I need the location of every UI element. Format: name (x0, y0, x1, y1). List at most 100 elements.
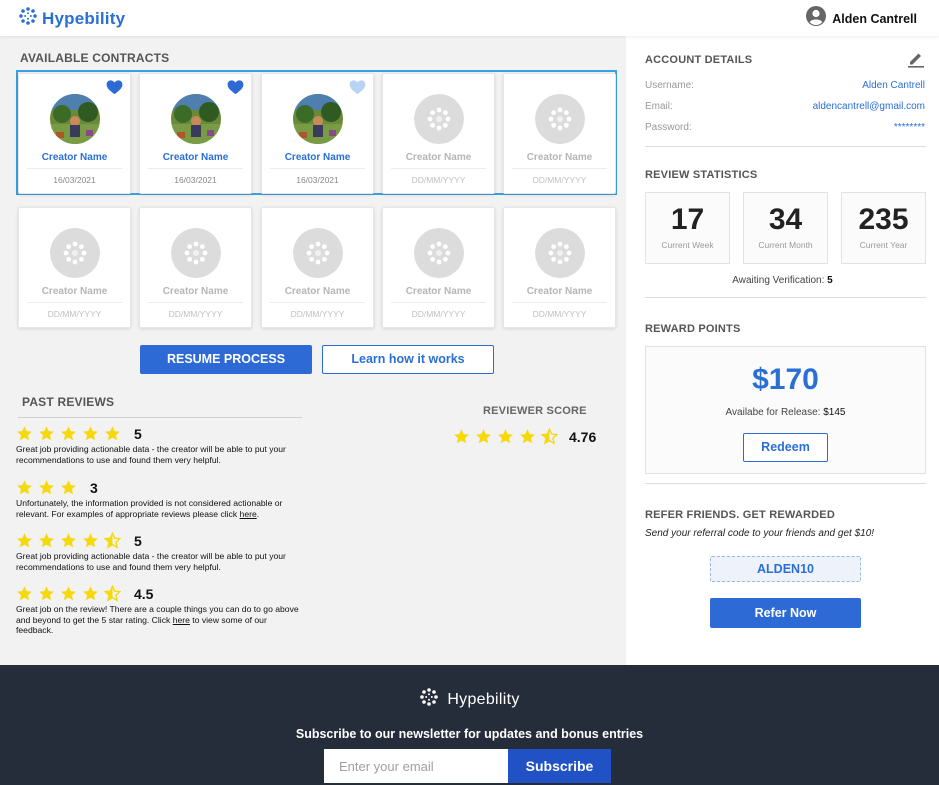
past-review-item: 4.5 Great job on the review! There are a… (16, 584, 306, 636)
review-stars: 3 (16, 479, 306, 496)
past-review-item: 3 Unfortunately, the information provide… (16, 479, 306, 519)
creator-name: Creator Name (284, 286, 351, 297)
contract-card[interactable]: Creator Name DD/MM/YYYY (18, 207, 131, 328)
newsletter-text: Subscribe to our newsletter for updates … (295, 727, 644, 741)
resume-process-button[interactable]: RESUME PROCESS (140, 345, 312, 374)
star-icon (16, 479, 33, 496)
review-rating: 5 (134, 425, 142, 442)
redeem-button[interactable]: Redeem (743, 433, 828, 462)
card-divider (27, 302, 122, 303)
learn-how-button[interactable]: Learn how it works (322, 345, 494, 374)
contract-date: 16/03/2021 (53, 175, 96, 185)
favorite-heart-icon[interactable] (349, 80, 366, 100)
creator-name: Creator Name (162, 286, 229, 297)
contract-card[interactable]: Creator Name DD/MM/YYYY (139, 207, 252, 328)
review-rating: 4.5 (134, 585, 154, 602)
contract-card[interactable]: Creator Name DD/MM/YYYY (382, 73, 495, 194)
past-review-item: 5 Great job providing actionable data - … (16, 531, 306, 572)
contract-date: 16/03/2021 (296, 175, 339, 185)
divider (645, 483, 926, 484)
logo-text: Hypebility (42, 8, 126, 28)
creator-name: Creator Name (284, 152, 351, 163)
review-text-tail: . (256, 508, 260, 519)
review-stars: 5 (16, 531, 306, 549)
referral-code[interactable]: ALDEN10 (710, 556, 861, 582)
user-menu[interactable]: Alden Cantrell (806, 6, 917, 31)
footer-logo[interactable]: Hypebility (0, 687, 939, 712)
contract-date: DD/MM/YYYY (290, 309, 345, 319)
awaiting-label: Awaiting Verification: (732, 275, 825, 286)
username-label: Username: (645, 80, 694, 91)
creator-placeholder-icon (535, 94, 585, 144)
star-icon (60, 425, 77, 442)
creator-placeholder-icon (171, 228, 221, 278)
edit-icon[interactable] (907, 50, 925, 73)
creator-avatar (293, 94, 343, 144)
star-icon (60, 479, 77, 496)
star-icon (38, 479, 55, 496)
awaiting-verification: Awaiting Verification: 5 (626, 275, 939, 286)
review-text: Great job providing actionable data - th… (16, 444, 306, 465)
creator-avatar (171, 94, 221, 144)
creator-name: Creator Name (41, 152, 108, 163)
contract-date: DD/MM/YYYY (532, 175, 587, 185)
password-label: Password: (645, 122, 692, 133)
reviewer-score-value: 4.76 (569, 428, 597, 445)
available-contracts-title: AVAILABLE CONTRACTS (20, 51, 170, 65)
username-value: Alden Cantrell (862, 80, 925, 91)
contract-card[interactable]: Creator Name 16/03/2021 (261, 73, 374, 194)
user-avatar-icon (806, 6, 827, 31)
stat-current-month: 34 Current Month (743, 192, 828, 264)
review-link[interactable]: here (240, 509, 257, 519)
user-name: Alden Cantrell (832, 11, 917, 26)
review-stars: 5 (16, 425, 306, 442)
footer-logo-text: Hypebility (447, 690, 520, 708)
refer-description: Send your referral code to your friends … (645, 528, 875, 539)
creator-name: Creator Name (41, 286, 108, 297)
contract-card[interactable]: Creator Name DD/MM/YYYY (503, 73, 616, 194)
star-icon (497, 428, 514, 445)
refer-now-button[interactable]: Refer Now (710, 598, 861, 628)
card-divider (270, 302, 365, 303)
star-icon (475, 428, 492, 445)
available-value: $145 (823, 407, 846, 418)
review-text-body: Great job providing actionable data - th… (16, 551, 286, 572)
contract-date: DD/MM/YYYY (168, 309, 223, 319)
past-review-item: 5 Great job providing actionable data - … (16, 425, 306, 465)
review-stars: 4.5 (16, 584, 306, 602)
creator-name: Creator Name (405, 152, 472, 163)
contract-card[interactable]: Creator Name 16/03/2021 (139, 73, 252, 194)
star-icon (16, 532, 33, 549)
contract-card[interactable]: Creator Name DD/MM/YYYY (382, 207, 495, 328)
half-star-icon (103, 584, 122, 602)
review-rating: 5 (134, 532, 142, 549)
stat-label: Current Month (758, 240, 813, 250)
newsletter-email-input[interactable] (324, 749, 508, 783)
contract-card[interactable]: Creator Name DD/MM/YYYY (261, 207, 374, 328)
card-divider (148, 302, 243, 303)
contract-date: 16/03/2021 (174, 175, 217, 185)
creator-name: Creator Name (405, 286, 472, 297)
divider (645, 146, 926, 147)
card-divider (512, 302, 607, 303)
card-divider (391, 168, 486, 169)
subscribe-button[interactable]: Subscribe (508, 749, 611, 783)
contract-date: DD/MM/YYYY (411, 309, 466, 319)
awaiting-value: 5 (827, 275, 833, 286)
review-link[interactable]: here (173, 615, 190, 625)
creator-name: Creator Name (526, 286, 593, 297)
favorite-heart-icon[interactable] (227, 80, 244, 100)
card-divider (270, 168, 365, 169)
creator-name: Creator Name (526, 152, 593, 163)
logo[interactable]: Hypebility (18, 6, 125, 31)
past-reviews-title: PAST REVIEWS (22, 395, 115, 409)
creator-placeholder-icon (414, 94, 464, 144)
favorite-heart-icon[interactable] (106, 80, 123, 100)
contract-card[interactable]: Creator Name 16/03/2021 (18, 73, 131, 194)
password-value: ******** (893, 122, 925, 133)
star-icon (82, 585, 99, 602)
reviewer-score: 4.76 (453, 427, 597, 445)
star-icon (104, 425, 121, 442)
contract-card[interactable]: Creator Name DD/MM/YYYY (503, 207, 616, 328)
review-text: Unfortunately, the information provided … (16, 498, 306, 519)
